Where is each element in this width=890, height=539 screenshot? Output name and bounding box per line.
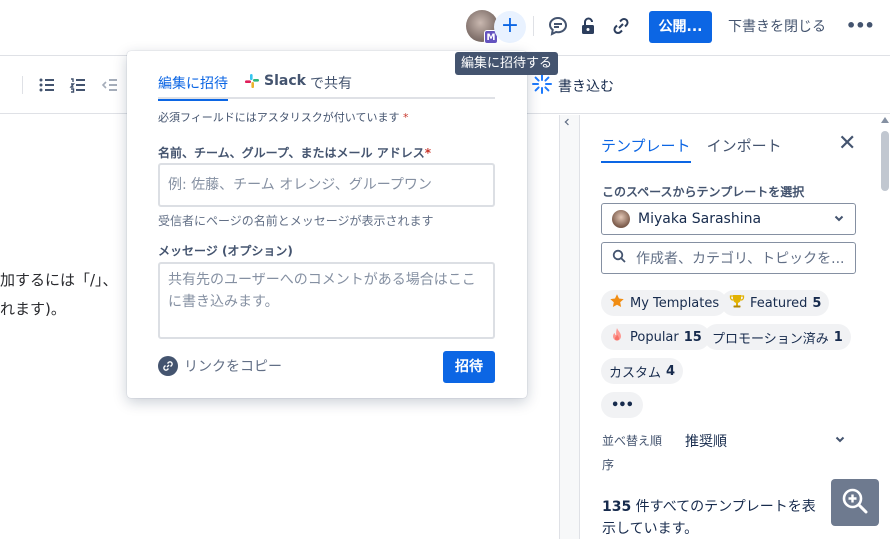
invite-add-button[interactable]: +	[494, 11, 526, 43]
chip-promoted[interactable]: プロモーション済み 1	[704, 324, 851, 350]
template-count: 135	[602, 499, 632, 515]
tab-invite-to-edit[interactable]: 編集に招待	[158, 73, 228, 101]
chip-more-button[interactable]: •••	[601, 392, 643, 418]
chip-my-templates[interactable]: My Templates	[601, 290, 728, 316]
chip-label: プロモーション済み	[712, 331, 829, 347]
copy-link-button[interactable]: リンクをコピー	[158, 356, 282, 376]
sort-select[interactable]: 推奨順	[685, 431, 727, 451]
recipient-input[interactable]: 例: 佐藤、チーム オレンジ、グループワン	[158, 163, 495, 207]
slack-icon	[244, 73, 260, 93]
chip-featured[interactable]: Featured 5	[721, 290, 830, 316]
tab-templates[interactable]: テンプレート	[601, 135, 691, 163]
ai-write-button[interactable]: 書き込む	[532, 74, 614, 98]
close-draft-button[interactable]: 下書きを閉じる	[728, 11, 826, 43]
chip-count: 1	[833, 329, 843, 345]
comment-icon[interactable]	[546, 14, 570, 38]
publish-button[interactable]: 公開...	[649, 11, 712, 43]
search-icon	[612, 249, 626, 267]
editor-line-2[interactable]: れます)。	[0, 298, 66, 319]
zoom-in-icon	[840, 486, 870, 520]
link-icon	[158, 356, 178, 376]
chip-label: Popular	[630, 329, 679, 345]
template-panel: テンプレート インポート ✕ このスペースからテンプレートを選択 Miyaka …	[579, 115, 879, 539]
chevron-down-icon	[833, 212, 845, 227]
top-bar: M + 公開... 下書きを閉じる •••	[0, 0, 890, 56]
slack-tab-label: で共有	[309, 76, 352, 92]
chevron-down-icon[interactable]	[834, 433, 846, 448]
template-count-text: 135 件すべてのテンプレートを表示しています。	[602, 496, 822, 539]
required-asterisk: *	[402, 111, 409, 124]
recipient-label: 名前、チーム、グループ、またはメール アドレス*	[158, 144, 431, 161]
ai-write-label: 書き込む	[558, 79, 614, 95]
required-note-text: 必須フィールドにはアスタリスクが付いています	[158, 111, 400, 124]
trophy-icon	[729, 293, 745, 313]
chip-count: 4	[666, 363, 676, 379]
chip-count: 5	[812, 295, 822, 311]
user-select[interactable]: Miyaka Sarashina	[601, 203, 856, 235]
slack-tab-brand: Slack	[264, 73, 306, 89]
panel-scrollbar[interactable]	[879, 115, 890, 539]
chip-popular[interactable]: Popular 15	[601, 324, 710, 350]
zoom-in-button[interactable]	[831, 479, 879, 526]
required-asterisk: *	[424, 146, 432, 160]
divider	[533, 16, 534, 36]
invite-button[interactable]: 招待	[443, 351, 495, 383]
chip-count: 15	[683, 329, 702, 345]
invite-tabs: 編集に招待 Slack で共有	[158, 73, 495, 101]
scroll-up-arrow-icon[interactable]	[881, 117, 889, 123]
message-textarea[interactable]: 共有先のユーザーへのコメントがある場合はここに書き込みます。	[158, 262, 495, 339]
chip-label: Featured	[750, 295, 808, 311]
search-placeholder: 作成者、カテゴリ、トピックを...	[636, 251, 845, 267]
sort-label: 並べ替え順序	[602, 434, 663, 472]
outdent-icon[interactable]	[101, 76, 119, 94]
numbered-list-icon[interactable]	[69, 76, 87, 94]
chip-label: カスタム	[609, 365, 662, 381]
space-template-label: このスペースからテンプレートを選択	[602, 185, 805, 199]
message-placeholder: 共有先のユーザーへのコメントがある場合はここに書き込みます。	[168, 272, 476, 310]
link-icon[interactable]	[609, 14, 633, 38]
recipient-placeholder: 例: 佐藤、チーム オレンジ、グループワン	[168, 177, 432, 193]
bullet-list-icon[interactable]	[38, 76, 56, 94]
template-panel-tabs: テンプレート インポート	[601, 135, 782, 163]
editor-line-1[interactable]: 加するには「/」、	[0, 269, 118, 290]
star-icon	[609, 293, 625, 313]
invite-tooltip: 編集に招待する	[455, 52, 559, 75]
selected-user-name: Miyaka Sarashina	[638, 211, 762, 227]
close-icon[interactable]: ✕	[838, 133, 856, 155]
more-actions-button[interactable]: •••	[846, 11, 875, 43]
message-label: メッセージ (オプション)	[158, 244, 293, 258]
sparkle-icon	[532, 74, 552, 98]
copy-link-label: リンクをコピー	[184, 359, 282, 375]
tab-share-slack[interactable]: Slack で共有	[244, 73, 352, 99]
chip-label: My Templates	[630, 295, 720, 311]
template-count-suffix: 件すべてのテンプレートを表示しています。	[602, 499, 816, 537]
restrictions-lock-icon[interactable]	[577, 14, 601, 38]
template-search-input[interactable]: 作成者、カテゴリ、トピックを...	[601, 242, 856, 274]
tab-import[interactable]: インポート	[707, 135, 782, 163]
required-fields-note: 必須フィールドにはアスタリスクが付いています *	[158, 109, 408, 125]
fire-icon	[609, 327, 625, 347]
user-avatar-small	[612, 210, 630, 228]
recipient-help-text: 受信者にページの名前とメッセージが表示されます	[158, 214, 434, 228]
invite-popup: 編集に招待 Slack で共有 必須フィールドにはアスタリスクが付いています *…	[127, 51, 527, 398]
scrollbar-thumb[interactable]	[881, 131, 889, 191]
recipient-label-text: 名前、チーム、グループ、またはメール アドレス	[158, 146, 425, 160]
chip-custom[interactable]: カスタム 4	[601, 358, 684, 384]
toolbar-divider	[22, 76, 23, 94]
panel-gutter	[559, 115, 579, 539]
